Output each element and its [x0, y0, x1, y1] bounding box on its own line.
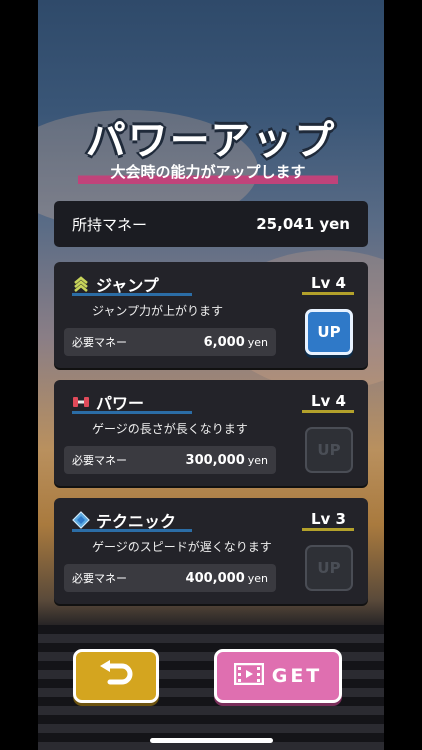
cost-value: 6,000: [203, 334, 245, 350]
left-letterbox: [0, 0, 38, 750]
card-title: パワー: [72, 391, 192, 414]
up-button-jump[interactable]: UP: [305, 309, 353, 355]
cost-panel: 必要マネー 400,000 yen: [64, 564, 276, 592]
dumbbell-icon: [72, 393, 90, 411]
title-underline: [72, 529, 192, 532]
back-arrow-icon: [96, 660, 136, 692]
level-text: Lv 4: [311, 392, 346, 410]
card-level: Lv 3: [302, 510, 354, 531]
cost-panel: 必要マネー 300,000 yen: [64, 446, 276, 474]
card-title: ジャンプ: [72, 273, 192, 296]
cost-amount: 400,000 yen: [186, 571, 268, 586]
cost-unit: yen: [247, 571, 268, 585]
cost-label: 必要マネー: [72, 572, 127, 585]
card-description: ジャンプ力が上がります: [92, 304, 224, 318]
up-button-power[interactable]: UP: [305, 427, 353, 473]
level-underline: [302, 410, 354, 413]
upgrade-card-jump: ジャンプ Lv 4 ジャンプ力が上がります 必要マネー 6,000 yen UP: [54, 262, 368, 368]
cost-label: 必要マネー: [72, 336, 127, 349]
level-text: Lv 4: [311, 274, 346, 292]
cost-amount: 6,000 yen: [204, 335, 268, 350]
get-button[interactable]: GET: [214, 649, 342, 703]
cost-unit: yen: [247, 335, 268, 349]
money-panel: 所持マネー 25,041 yen: [54, 201, 368, 247]
game-screen: パワーアップ 大会時の能力がアップします 所持マネー 25,041 yen ジャ…: [38, 0, 384, 750]
cost-label: 必要マネー: [72, 454, 127, 467]
card-level: Lv 4: [302, 274, 354, 295]
cost-value: 400,000: [185, 570, 245, 586]
card-description: ゲージのスピードが遅くなります: [92, 540, 272, 554]
upgrade-card-power: パワー Lv 4 ゲージの長さが長くなります 必要マネー 300,000 yen …: [54, 380, 368, 486]
cost-value: 300,000: [185, 452, 245, 468]
money-label: 所持マネー: [72, 215, 148, 234]
cost-panel: 必要マネー 6,000 yen: [64, 328, 276, 356]
level-text: Lv 3: [311, 510, 346, 528]
level-underline: [302, 292, 354, 295]
card-level: Lv 4: [302, 392, 354, 413]
film-icon: [233, 662, 264, 690]
up-button-technique[interactable]: UP: [305, 545, 353, 591]
right-letterbox: [384, 0, 422, 750]
cost-amount: 300,000 yen: [186, 453, 268, 468]
title-underline: [72, 411, 192, 414]
diamond-icon: [72, 511, 90, 529]
upgrade-card-technique: テクニック Lv 3 ゲージのスピードが遅くなります 必要マネー 400,000…: [54, 498, 368, 604]
get-label: GET: [271, 665, 323, 687]
chevrons-up-icon: [72, 275, 90, 293]
money-value: 25,041 yen: [256, 215, 350, 233]
page-title: パワーアップ: [85, 118, 337, 164]
level-underline: [302, 528, 354, 531]
title-underline: [72, 293, 192, 296]
home-indicator: [150, 738, 273, 743]
page-subtitle: 大会時の能力がアップします: [78, 162, 338, 184]
card-description: ゲージの長さが長くなります: [92, 422, 248, 436]
card-title: テクニック: [72, 509, 192, 532]
cost-unit: yen: [247, 453, 268, 467]
back-button[interactable]: [73, 649, 159, 703]
